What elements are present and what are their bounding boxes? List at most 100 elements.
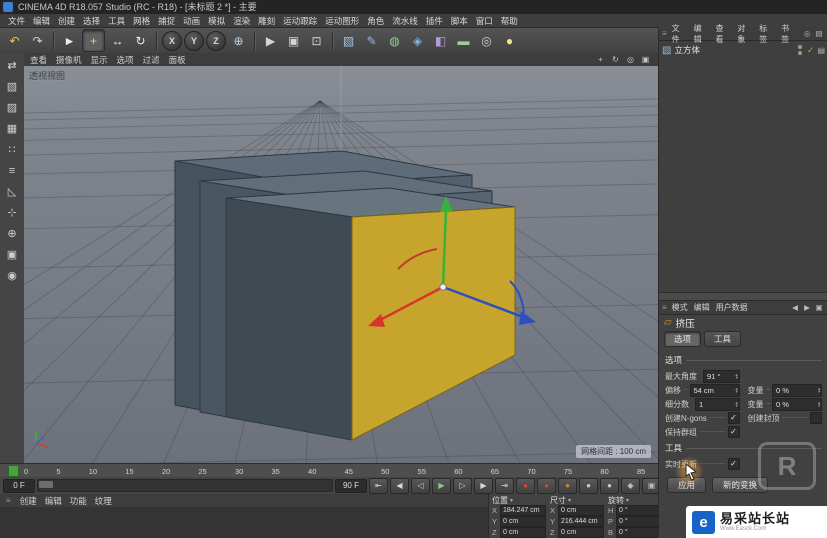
search-icon[interactable]: ◎ [801,28,813,39]
offset-field[interactable]: 54 cm▴▾ [690,384,740,397]
menu-item-查看[interactable]: 查看 [712,23,734,45]
menu-item-模拟[interactable]: 模拟 [204,15,229,27]
render-picture-viewer-button[interactable]: ▣ [283,30,304,51]
add-cube-button[interactable]: ▧ [338,30,359,51]
menu-item-选项[interactable]: 选项 [117,54,134,66]
filter-icon[interactable]: ▤ [813,28,825,39]
create-ngons-checkbox[interactable]: ✓ [728,412,740,424]
coord-group-header[interactable]: 旋转▾ [608,495,662,505]
menu-item-显示[interactable]: 显示 [91,54,108,66]
coord-value-field[interactable]: 0 cm [500,527,546,538]
menu-item-运动图形[interactable]: 运动图形 [321,15,363,27]
spinner-icon[interactable]: ▴▾ [735,401,737,408]
object-list[interactable]: ▧ 立方体 ✓ ▤ [659,41,827,292]
menu-item-过滤[interactable]: 过滤 [143,54,160,66]
start-frame-field[interactable]: 0 F [3,479,35,493]
coord-value-field[interactable]: 216.444 cm [558,516,604,527]
menu-item-功能[interactable]: 功能 [70,495,87,507]
edges-mode-button[interactable]: ≡ [2,161,22,180]
spinner-icon[interactable]: ▴▾ [818,387,820,394]
points-mode-button[interactable]: ∷ [2,140,22,159]
panel-menu-icon[interactable]: ≡ [662,29,667,38]
coord-value-field[interactable]: 0 ° [616,505,662,516]
coord-value-field[interactable]: 0 cm [500,516,546,527]
next-frame-button[interactable]: ▷ [453,478,472,494]
autokey-button[interactable]: ● [537,478,556,494]
coord-value-field[interactable]: 0 cm [558,505,604,516]
record-rotation-button[interactable]: ● [600,478,619,494]
enabled-check-icon[interactable]: ✓ [807,45,815,56]
realtime-update-checkbox[interactable]: ✓ [728,458,740,470]
menu-item-创建[interactable]: 创建 [54,15,79,27]
menu-item-运动跟踪[interactable]: 运动跟踪 [279,15,321,27]
menu-item-对象[interactable]: 对象 [734,23,756,45]
goto-start-button[interactable]: ⇤ [369,478,388,494]
menu-item-编辑[interactable]: 编辑 [691,302,713,313]
menu-item-网格[interactable]: 网格 [129,15,154,27]
menu-item-文件[interactable]: 文件 [669,23,691,45]
z-axis-lock-button[interactable]: Z [206,31,226,51]
x-axis-lock-button[interactable]: X [162,31,182,51]
title-bar[interactable]: CINEMA 4D R18.057 Studio (RC - R18) - [未… [0,0,827,14]
spinner-icon[interactable]: ▴▾ [818,401,820,408]
menu-item-编辑[interactable]: 编辑 [45,495,62,507]
max-angle-field[interactable]: 91 °▴▾ [703,370,740,383]
pen-spline-button[interactable]: ✎ [361,30,382,51]
menu-item-雕刻[interactable]: 雕刻 [254,15,279,27]
lock-icon[interactable]: ▣ [813,302,825,313]
menu-item-书签[interactable]: 书签 [778,23,800,45]
texture-mode-button[interactable]: ▨ [2,98,22,117]
menu-item-插件[interactable]: 插件 [422,15,447,27]
record-keyframe-button[interactable]: ● [516,478,535,494]
subdivision-variance-field[interactable]: 0 %▴▾ [772,398,822,411]
move-tool-button[interactable]: + [82,29,105,52]
coord-group-header[interactable]: 位置▾ [492,495,546,505]
record-position-button[interactable]: ● [558,478,577,494]
prev-key-button[interactable]: ◀ [390,478,409,494]
object-row-cube[interactable]: ▧ 立方体 ✓ ▤ [662,43,825,57]
end-frame-field[interactable]: 90 F [335,479,367,493]
menu-item-查看[interactable]: 查看 [30,54,47,66]
generators-button[interactable]: ◈ [407,30,428,51]
scene-3d[interactable] [24,66,658,463]
panel-menu-icon[interactable]: ≡ [6,496,11,505]
next-key-button[interactable]: ▶ [474,478,493,494]
goto-end-button[interactable]: ⇥ [495,478,514,494]
object-name[interactable]: 立方体 [674,44,794,56]
menu-item-创建[interactable]: 创建 [20,495,37,507]
camera-button[interactable]: ◎ [476,30,497,51]
visibility-dots[interactable] [798,45,802,55]
light-button[interactable]: ● [499,30,520,51]
history-forward-icon[interactable]: ▶ [801,302,813,313]
menu-item-帮助[interactable]: 帮助 [497,15,522,27]
menu-item-面板[interactable]: 面板 [169,54,186,66]
menu-item-标签[interactable]: 标签 [756,23,778,45]
menu-item-编辑[interactable]: 编辑 [29,15,54,27]
zoom-view-button[interactable]: ◎ [624,54,637,65]
panel-splitter[interactable] [659,292,827,301]
options-group-header[interactable]: 选项 [665,354,822,366]
render-settings-button[interactable]: ⊡ [306,30,327,51]
subdivision-surface-button[interactable]: ◍ [384,30,405,51]
redo-button[interactable]: ↷ [27,30,48,51]
menu-item-流水线[interactable]: 流水线 [388,15,422,27]
live-selection-button[interactable]: ► [59,30,80,51]
play-button[interactable]: ▶ [432,478,451,494]
viewport[interactable]: 查看摄像机显示选项过滤面板 +↻◎▣ [24,53,658,463]
spinner-icon[interactable]: ▴▾ [735,373,737,380]
menu-item-模式[interactable]: 模式 [669,302,691,313]
gizmo-center-handle[interactable] [440,284,446,290]
workplane-lock-button[interactable]: ▣ [2,245,22,264]
coord-value-field[interactable]: 0 ° [616,527,662,538]
coord-value-field[interactable]: 184.247 cm [500,505,546,516]
rotate-tool-button[interactable]: ↻ [130,30,151,51]
coord-group-header[interactable]: 尺寸▾ [550,495,604,505]
menu-item-编辑[interactable]: 编辑 [691,23,713,45]
menu-item-工具[interactable]: 工具 [104,15,129,27]
coord-value-field[interactable]: 0 ° [616,516,662,527]
menu-item-动画[interactable]: 动画 [179,15,204,27]
magnet-snap-button[interactable]: ◉ [2,266,22,285]
snap-toggle-button[interactable]: ⊕ [2,224,22,243]
coord-value-field[interactable]: 0 cm [558,527,604,538]
spinner-icon[interactable]: ▴▾ [735,387,737,394]
